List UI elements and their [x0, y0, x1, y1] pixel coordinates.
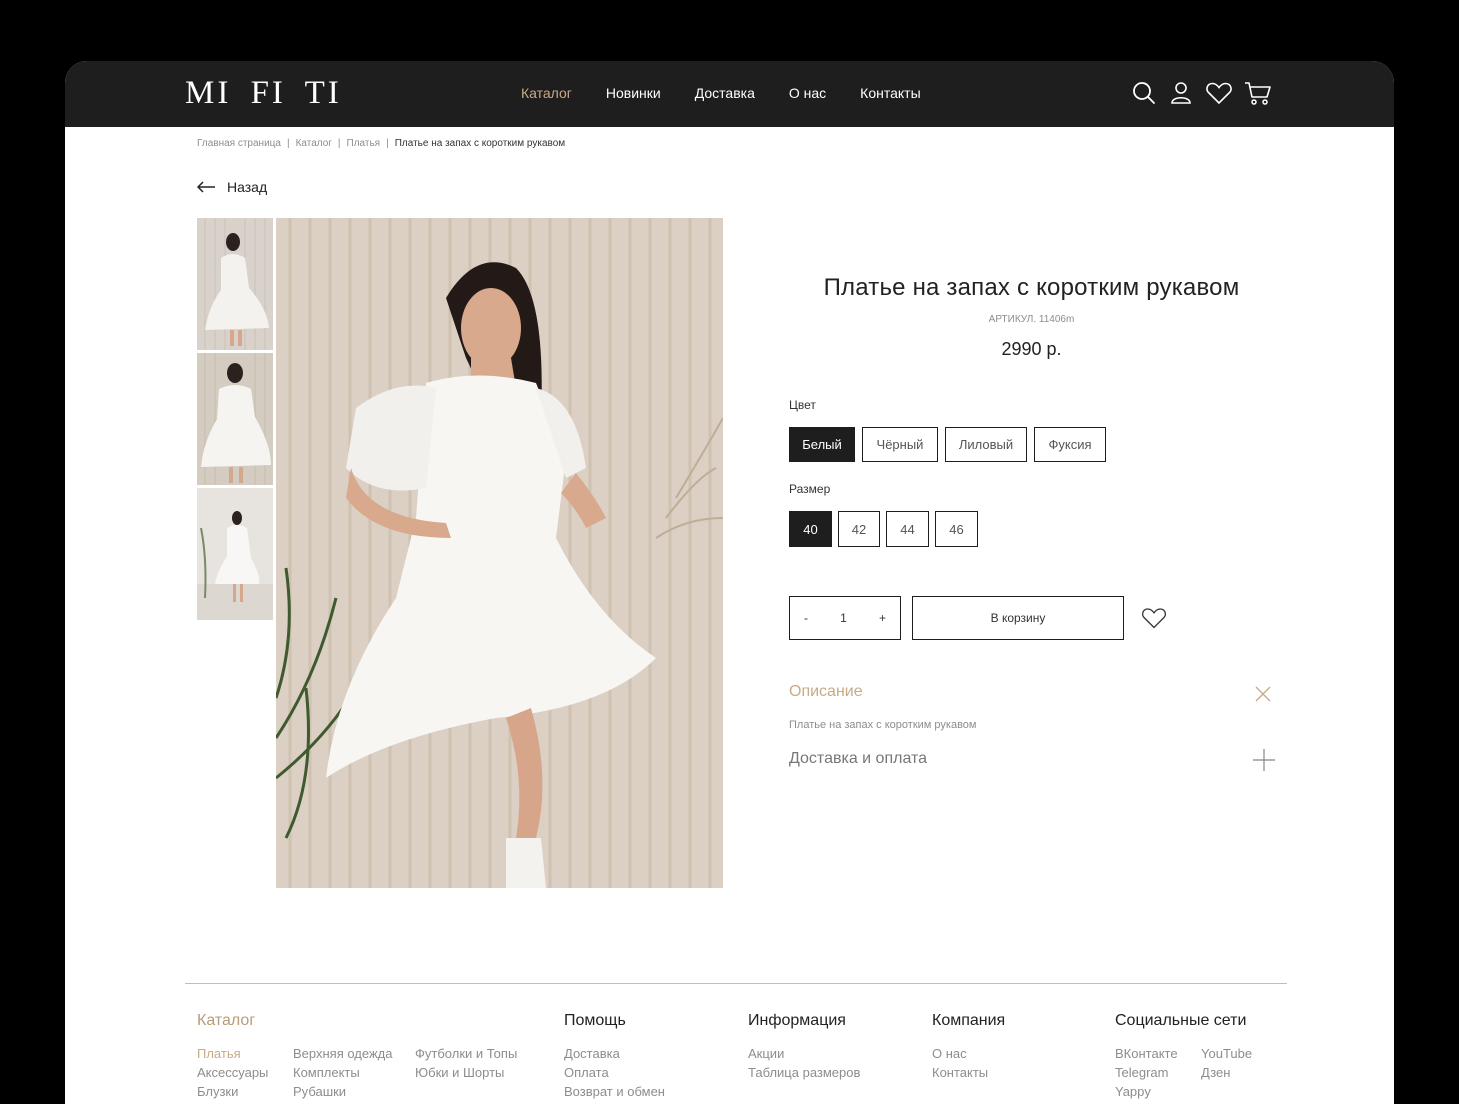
search-icon[interactable]	[1131, 80, 1157, 106]
brand-logo[interactable]: MI FI TI	[185, 75, 342, 112]
footer-link-tshirts-tops[interactable]: Футболки и Топы	[415, 1045, 517, 1063]
browser-frame: MI FI TI Каталог Новинки Доставка О нас …	[65, 61, 1394, 1104]
user-icon[interactable]	[1168, 80, 1194, 106]
footer-link-vkontakte[interactable]: ВКонтакте	[1115, 1045, 1178, 1063]
qty-decrease-button[interactable]: -	[804, 611, 808, 625]
footer-link-about[interactable]: О нас	[932, 1045, 967, 1063]
gallery-thumbnail-2[interactable]	[197, 353, 273, 485]
nav-contacts[interactable]: Контакты	[860, 84, 920, 102]
footer-social-title: Социальные сети	[1115, 1012, 1247, 1029]
footer-info-title: Информация	[748, 1012, 846, 1029]
breadcrumb-dresses[interactable]: Платья	[347, 138, 381, 149]
footer-link-dzen[interactable]: Дзен	[1201, 1064, 1230, 1082]
nav-delivery[interactable]: Доставка	[695, 84, 755, 102]
footer-link-size-chart[interactable]: Таблица размеров	[748, 1064, 860, 1082]
footer-link-telegram[interactable]: Telegram	[1115, 1064, 1168, 1082]
product-price: 2990 р.	[1001, 339, 1062, 359]
footer-link-promotions[interactable]: Акции	[748, 1045, 784, 1063]
color-option-lilac[interactable]: Лиловый	[945, 427, 1027, 462]
footer-link-accessories[interactable]: Аксессуары	[197, 1064, 268, 1082]
breadcrumb-home[interactable]: Главная страница	[197, 138, 281, 149]
product-main-photo[interactable]	[276, 218, 723, 888]
size-option-46[interactable]: 46	[935, 511, 978, 547]
plus-icon[interactable]	[1252, 748, 1276, 777]
product-article: АРТИКУЛ. 11406m	[988, 314, 1075, 325]
footer-link-youtube[interactable]: YouTube	[1201, 1045, 1252, 1063]
footer-link-blouses[interactable]: Блузки	[197, 1083, 238, 1101]
footer-link-outerwear[interactable]: Верхняя одежда	[293, 1045, 392, 1063]
size-option-44[interactable]: 44	[886, 511, 929, 547]
footer-link-dresses[interactable]: Платья	[197, 1045, 241, 1063]
heart-icon[interactable]	[1205, 80, 1233, 106]
breadcrumb: Главная страница | Каталог | Платья | Платье н…	[197, 138, 565, 149]
footer-link-shirts[interactable]: Рубашки	[293, 1083, 346, 1101]
gallery-thumbnail-1[interactable]	[197, 218, 273, 350]
size-option-40[interactable]: 40	[789, 511, 832, 547]
nav-new[interactable]: Новинки	[606, 84, 661, 102]
qty-value[interactable]: 1	[840, 611, 847, 625]
size-label: Размер	[789, 482, 831, 496]
header-icons	[1131, 80, 1283, 106]
footer-link-skirts-shorts[interactable]: Юбки и Шорты	[415, 1064, 504, 1082]
size-option-42[interactable]: 42	[838, 511, 880, 547]
footer-link-contacts[interactable]: Контакты	[932, 1064, 988, 1082]
footer-link-delivery[interactable]: Доставка	[564, 1045, 620, 1063]
nav-about[interactable]: О нас	[789, 84, 826, 102]
product-title: Платье на запах с коротким рукавом	[823, 274, 1240, 301]
footer-link-returns[interactable]: Возврат и обмен	[564, 1083, 665, 1101]
footer-divider	[185, 983, 1287, 984]
favorite-heart-icon[interactable]	[1141, 606, 1167, 635]
footer-link-payment[interactable]: Оплата	[564, 1064, 609, 1082]
site-header: MI FI TI Каталог Новинки Доставка О нас …	[65, 61, 1394, 127]
footer-help-title: Помощь	[564, 1012, 626, 1029]
quantity-stepper: - 1 +	[789, 596, 901, 640]
breadcrumb-current: Платье на запах с коротким рукавом	[394, 138, 566, 149]
breadcrumb-separator: |	[337, 138, 341, 149]
nav-catalog[interactable]: Каталог	[521, 84, 572, 102]
breadcrumb-catalog[interactable]: Каталог	[296, 138, 332, 149]
back-label: Назад	[227, 179, 268, 195]
gallery-thumbnail-3[interactable]	[197, 488, 273, 620]
footer-link-sets[interactable]: Комплекты	[293, 1064, 360, 1082]
footer-link-yappy[interactable]: Yappy	[1115, 1083, 1151, 1101]
color-option-white[interactable]: Белый	[789, 427, 855, 462]
accordion-description-title[interactable]: Описание	[789, 683, 863, 701]
back-link[interactable]: Назад	[197, 179, 267, 195]
breadcrumb-separator: |	[386, 138, 389, 149]
footer-company-title: Компания	[932, 1012, 1006, 1029]
footer-catalog-title[interactable]: Каталог	[197, 1012, 255, 1030]
close-icon[interactable]	[1254, 685, 1272, 708]
main-nav: Каталог Новинки Доставка О нас Контакты	[521, 84, 955, 102]
color-label: Цвет	[789, 398, 816, 412]
qty-increase-button[interactable]: +	[879, 611, 886, 625]
breadcrumb-separator: |	[286, 138, 290, 149]
color-option-fuchsia[interactable]: Фуксия	[1034, 427, 1106, 462]
accordion-delivery-title[interactable]: Доставка и оплата	[789, 750, 927, 768]
add-to-cart-button[interactable]: В корзину	[912, 596, 1124, 640]
cart-icon[interactable]	[1244, 80, 1272, 106]
arrow-left-icon	[197, 181, 215, 193]
accordion-description-text: Платье на запах с коротким рукавом	[789, 719, 977, 731]
color-option-black[interactable]: Чёрный	[862, 427, 938, 462]
